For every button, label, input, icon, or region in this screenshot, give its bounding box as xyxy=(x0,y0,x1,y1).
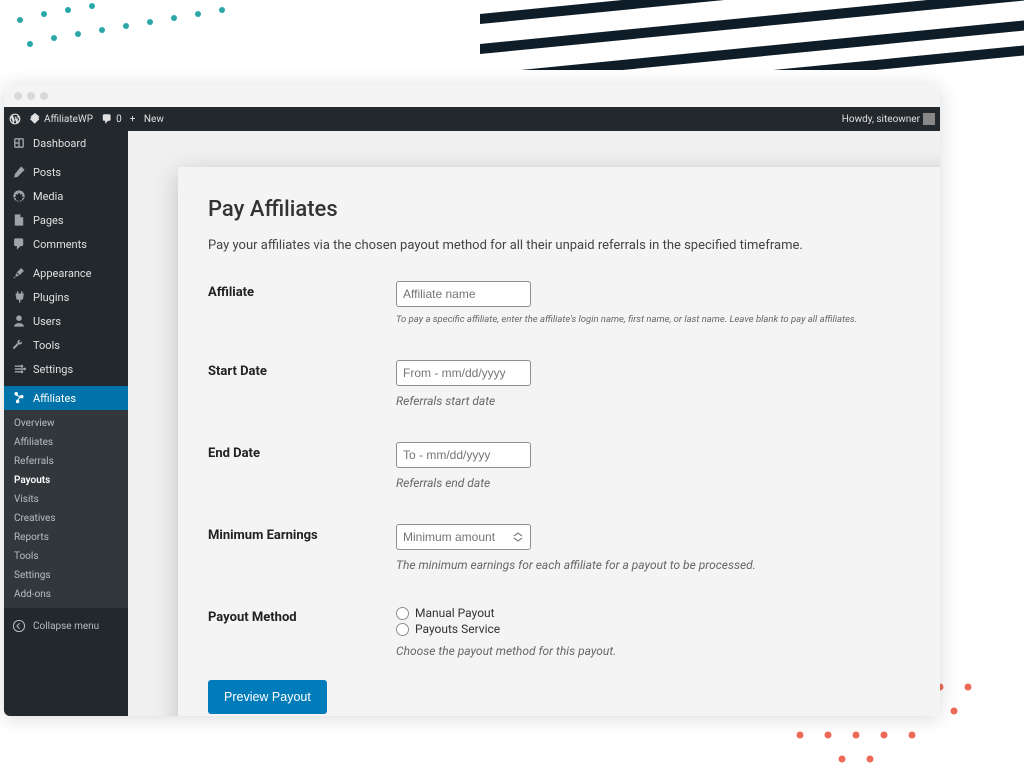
wp-admin-toolbar: AffiliateWP 0 + New Howdy, siteowner xyxy=(4,107,940,131)
account-link[interactable]: Howdy, siteowner xyxy=(842,113,935,125)
start-date-help: Referrals start date xyxy=(396,394,940,408)
menu-users-label: Users xyxy=(33,315,61,328)
traffic-light-close[interactable] xyxy=(14,92,22,100)
decoration-lines-top xyxy=(480,0,1024,70)
submenu-tools[interactable]: Tools xyxy=(4,547,128,566)
minimum-help: The minimum earnings for each affiliate … xyxy=(396,558,940,572)
menu-media[interactable]: Media xyxy=(4,184,128,208)
comments-link[interactable]: 0 xyxy=(101,113,122,125)
submenu-addons[interactable]: Add-ons xyxy=(4,585,128,604)
affiliate-label: Affiliate xyxy=(208,281,396,326)
submenu-visits[interactable]: Visits xyxy=(4,490,128,509)
menu-affiliates-label: Affiliates xyxy=(33,392,76,405)
affiliate-help: To pay a specific affiliate, enter the a… xyxy=(396,313,940,326)
submenu-creatives[interactable]: Creatives xyxy=(4,509,128,528)
radio-icon xyxy=(396,623,409,636)
decoration-dots-top xyxy=(10,0,260,60)
affiliate-input[interactable] xyxy=(396,281,531,307)
submenu-settings[interactable]: Settings xyxy=(4,566,128,585)
browser-window: AffiliateWP 0 + New Howdy, siteowner Das… xyxy=(4,85,940,716)
menu-comments[interactable]: Comments xyxy=(4,232,128,256)
minimum-label: Minimum Earnings xyxy=(208,524,396,572)
avatar xyxy=(923,113,935,125)
menu-tools-label: Tools xyxy=(33,339,60,352)
menu-pages[interactable]: Pages xyxy=(4,208,128,232)
menu-comments-label: Comments xyxy=(33,238,87,251)
menu-appearance[interactable]: Appearance xyxy=(4,261,128,285)
menu-posts[interactable]: Posts xyxy=(4,160,128,184)
menu-settings-label: Settings xyxy=(33,363,73,376)
admin-sidebar: Dashboard Posts Media Pages Comments App… xyxy=(4,131,128,716)
radio-icon xyxy=(396,607,409,620)
new-link[interactable]: + New xyxy=(130,114,164,125)
menu-users[interactable]: Users xyxy=(4,309,128,333)
menu-dashboard-label: Dashboard xyxy=(33,137,86,150)
wp-logo-icon[interactable] xyxy=(9,113,21,125)
menu-media-label: Media xyxy=(33,190,63,203)
menu-pages-label: Pages xyxy=(33,214,64,227)
menu-tools[interactable]: Tools xyxy=(4,333,128,357)
page-title: Pay Affiliates xyxy=(208,197,940,222)
method-service-label: Payouts Service xyxy=(415,622,500,636)
menu-posts-label: Posts xyxy=(33,166,61,179)
content-area: Pay Affiliates Pay your affiliates via t… xyxy=(128,131,940,716)
method-label: Payout Method xyxy=(208,606,396,658)
end-date-input[interactable] xyxy=(396,442,531,468)
page-description: Pay your affiliates via the chosen payou… xyxy=(208,238,940,253)
method-help: Choose the payout method for this payout… xyxy=(396,644,940,658)
submenu-affiliates: Overview Affiliates Referrals Payouts Vi… xyxy=(4,410,128,608)
site-link[interactable]: AffiliateWP xyxy=(29,113,93,125)
menu-appearance-label: Appearance xyxy=(33,267,92,280)
menu-dashboard[interactable]: Dashboard xyxy=(4,131,128,155)
new-label: New xyxy=(144,114,164,125)
method-manual-radio[interactable]: Manual Payout xyxy=(396,606,940,620)
plus-icon: + xyxy=(130,114,136,125)
menu-plugins-label: Plugins xyxy=(33,291,69,304)
menu-plugins[interactable]: Plugins xyxy=(4,285,128,309)
collapse-label: Collapse menu xyxy=(33,621,99,632)
start-date-input[interactable] xyxy=(396,360,531,386)
method-service-radio[interactable]: Payouts Service xyxy=(396,622,940,636)
submenu-referrals[interactable]: Referrals xyxy=(4,452,128,471)
traffic-light-minimize[interactable] xyxy=(27,92,35,100)
method-manual-label: Manual Payout xyxy=(415,606,495,620)
menu-settings[interactable]: Settings xyxy=(4,357,128,381)
submenu-reports[interactable]: Reports xyxy=(4,528,128,547)
browser-chrome xyxy=(4,85,940,107)
start-date-label: Start Date xyxy=(208,360,396,408)
minimum-input[interactable] xyxy=(396,524,531,550)
collapse-menu[interactable]: Collapse menu xyxy=(4,613,128,639)
site-name: AffiliateWP xyxy=(44,114,93,125)
menu-affiliates[interactable]: Affiliates xyxy=(4,386,128,410)
preview-payout-button[interactable]: Preview Payout xyxy=(208,680,327,714)
submenu-payouts[interactable]: Payouts xyxy=(4,471,128,490)
traffic-light-zoom[interactable] xyxy=(40,92,48,100)
howdy-text: Howdy, siteowner xyxy=(842,114,920,125)
end-date-help: Referrals end date xyxy=(396,476,940,490)
pay-affiliates-panel: Pay Affiliates Pay your affiliates via t… xyxy=(178,167,940,716)
comments-count: 0 xyxy=(116,114,122,125)
submenu-affiliates[interactable]: Affiliates xyxy=(4,433,128,452)
submenu-overview[interactable]: Overview xyxy=(4,414,128,433)
end-date-label: End Date xyxy=(208,442,396,490)
